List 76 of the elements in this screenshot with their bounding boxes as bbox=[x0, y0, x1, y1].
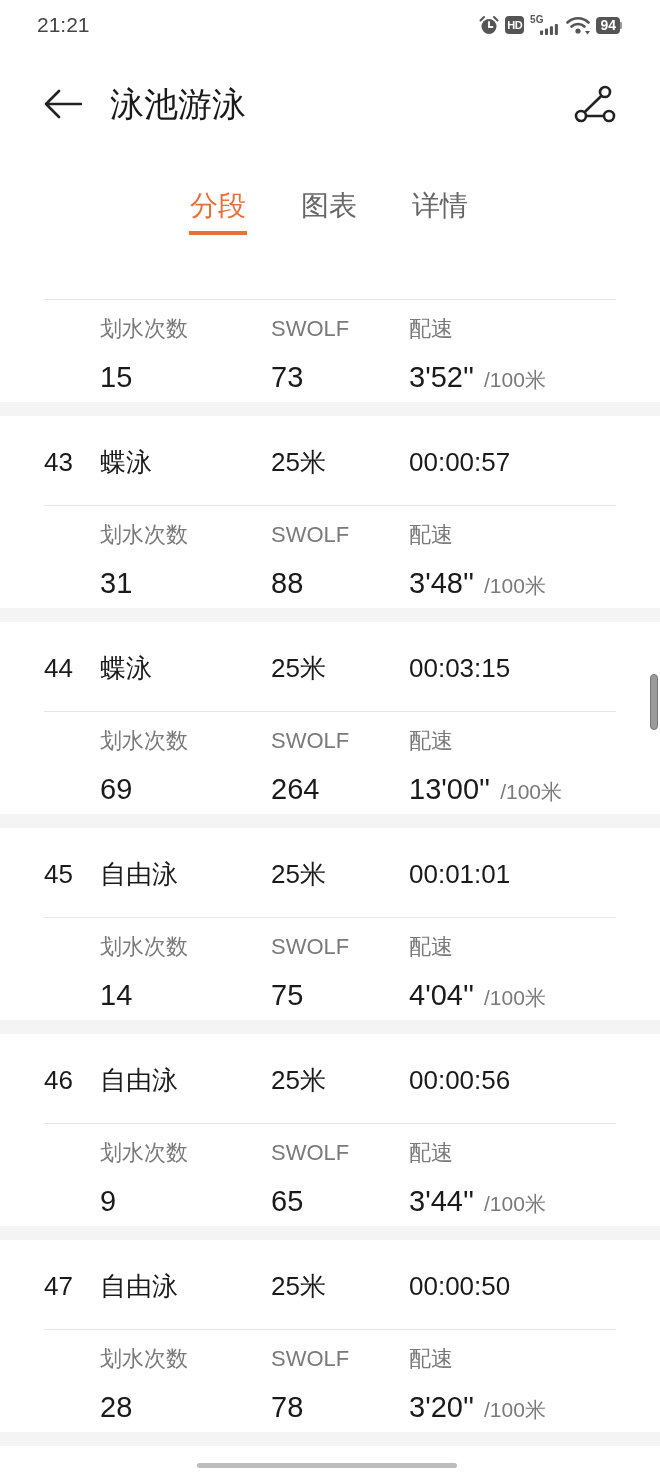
lap-distance: 25米 bbox=[271, 1063, 326, 1096]
stat-label: SWOLF bbox=[271, 1139, 350, 1167]
stroke-type: 自由泳 bbox=[100, 1063, 178, 1096]
pace-unit: /100米 bbox=[484, 367, 546, 393]
pace-unit: /100米 bbox=[484, 573, 546, 599]
stat-label: 划水次数 bbox=[100, 1139, 188, 1167]
stat-label: SWOLF bbox=[271, 727, 350, 755]
lap-number: 43 bbox=[44, 445, 73, 478]
stroke-type: 蝶泳 bbox=[100, 651, 152, 684]
pace-unit: /100米 bbox=[484, 985, 546, 1011]
stat-value: 31 bbox=[100, 566, 133, 601]
wifi-icon bbox=[566, 15, 591, 35]
stat-value: 3'20'' bbox=[409, 1390, 474, 1425]
stat-value: 75 bbox=[271, 978, 304, 1013]
back-arrow-icon[interactable] bbox=[44, 89, 82, 119]
stat-label: 划水次数 bbox=[100, 727, 188, 755]
stat-label: SWOLF bbox=[271, 521, 350, 549]
stat-value: 28 bbox=[100, 1390, 133, 1425]
stat-value: 13'00'' bbox=[409, 772, 491, 807]
stat-label: 配速 bbox=[409, 727, 453, 755]
stat-label: SWOLF bbox=[271, 1345, 350, 1373]
stat-label: 划水次数 bbox=[100, 521, 188, 549]
lap-time: 00:00:57 bbox=[409, 445, 511, 478]
network-label: 5G bbox=[530, 15, 544, 25]
lap-time: 00:01:01 bbox=[409, 857, 511, 890]
stat-value: 264 bbox=[271, 772, 320, 807]
hd-indicator: HD bbox=[505, 16, 525, 34]
pace-unit: /100米 bbox=[484, 1397, 546, 1423]
lap-time: 00:03:15 bbox=[409, 651, 511, 684]
lap-time: 00:00:56 bbox=[409, 1063, 511, 1096]
stat-value: 78 bbox=[271, 1390, 304, 1425]
lap-distance: 25米 bbox=[271, 651, 326, 684]
tab[interactable]: 详情 bbox=[411, 188, 469, 235]
stat-label: 配速 bbox=[409, 1345, 453, 1373]
stat-label: 划水次数 bbox=[100, 1345, 188, 1373]
stat-label: 配速 bbox=[409, 1139, 453, 1167]
signal-icon bbox=[540, 24, 559, 35]
lap-time: 00:00:50 bbox=[409, 1269, 511, 1302]
alarm-clock-icon bbox=[479, 15, 500, 35]
battery-indicator: 94 bbox=[596, 16, 622, 34]
lap-number: 46 bbox=[44, 1063, 73, 1096]
stat-value: 88 bbox=[271, 566, 304, 601]
stat-label: 配速 bbox=[409, 933, 453, 961]
scrollbar-thumb[interactable] bbox=[650, 674, 658, 730]
stat-value: 3'52'' bbox=[409, 360, 474, 395]
stat-value: 65 bbox=[271, 1184, 304, 1219]
lap-number: 45 bbox=[44, 857, 73, 890]
lap-distance: 25米 bbox=[271, 1269, 326, 1302]
connected-dots-icon[interactable] bbox=[574, 85, 616, 123]
stat-label: SWOLF bbox=[271, 315, 350, 343]
stat-value: 3'44'' bbox=[409, 1184, 474, 1219]
stat-value: 69 bbox=[100, 772, 133, 807]
stat-value: 14 bbox=[100, 978, 133, 1013]
stat-label: 配速 bbox=[409, 521, 453, 549]
page-title: 泳池游泳 bbox=[110, 84, 247, 125]
tab[interactable]: 图表 bbox=[300, 188, 358, 235]
stat-label: 配速 bbox=[409, 315, 453, 343]
stat-label: 划水次数 bbox=[100, 315, 188, 343]
lap-number: 44 bbox=[44, 651, 73, 684]
stat-label: 划水次数 bbox=[100, 933, 188, 961]
pace-unit: /100米 bbox=[500, 779, 562, 805]
stat-value: 73 bbox=[271, 360, 304, 395]
stat-label: SWOLF bbox=[271, 933, 350, 961]
lap-distance: 25米 bbox=[271, 857, 326, 890]
stat-value: 9 bbox=[100, 1184, 117, 1219]
stat-value: 4'04'' bbox=[409, 978, 474, 1013]
stroke-type: 自由泳 bbox=[100, 1269, 178, 1302]
stroke-type: 自由泳 bbox=[100, 857, 178, 890]
stat-value: 15 bbox=[100, 360, 133, 395]
pace-unit: /100米 bbox=[484, 1191, 546, 1217]
status-time: 21:21 bbox=[37, 13, 90, 37]
stroke-type: 蝶泳 bbox=[100, 445, 152, 478]
lap-number: 47 bbox=[44, 1269, 73, 1302]
stat-value: 3'48'' bbox=[409, 566, 474, 601]
lap-distance: 25米 bbox=[271, 445, 326, 478]
tab[interactable]: 分段 bbox=[189, 188, 247, 235]
